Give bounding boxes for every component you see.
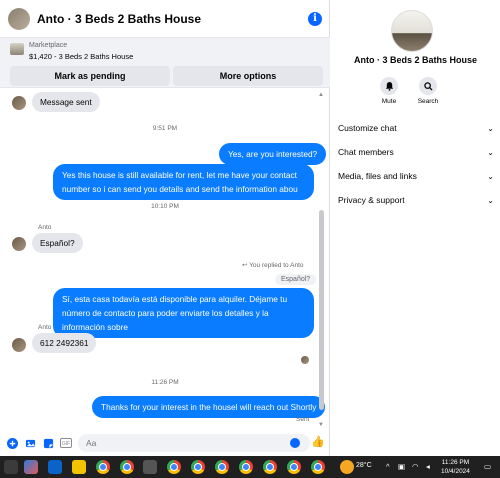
timestamp: 10:10 PM [151,203,179,210]
avatar[interactable] [12,338,26,352]
chrome-icon[interactable] [311,460,325,474]
chrome-icon[interactable] [215,460,229,474]
chrome-icon[interactable] [191,460,205,474]
profile-name: Anto · 3 Beds 2 Baths House [353,55,478,65]
search-icon [419,77,437,95]
chrome-icon[interactable] [167,460,181,474]
timestamp: 11:26 PM [151,379,179,386]
notification-icon[interactable]: ▭ [484,462,491,471]
weather-icon[interactable] [340,460,354,474]
chrome-icon[interactable] [287,460,301,474]
chevron-up-icon[interactable]: ^ [386,462,390,471]
clock[interactable]: 11:26 PM 10/4/2024 [441,458,470,476]
file-explorer-icon[interactable] [72,460,86,474]
conversation-info-panel: Anto · 3 Beds 2 Baths House Mute Search … [331,0,500,456]
chrome-icon[interactable] [263,460,277,474]
scroll-down-arrow[interactable]: ▼ [318,422,324,428]
row-label: Chat members [338,147,394,157]
chat-title[interactable]: Anto · 3 Beds 2 Baths House [37,12,308,26]
info-icon[interactable]: i [308,11,322,26]
listing-title[interactable]: $1,420 - 3 Beds 2 Baths House [29,52,133,61]
chevron-down-icon: ⌄ [487,123,494,133]
reply-indicator: ↩ You replied to Anto [242,261,304,269]
reply-label: You replied to Anto [249,262,304,269]
message-outgoing[interactable]: Yes, are you interested? [219,143,327,165]
chevron-down-icon: ⌄ [487,195,494,205]
marketplace-label: Marketplace [29,42,68,49]
clock-date: 10/4/2024 [441,468,470,475]
chat-header: Anto · 3 Beds 2 Baths House i [0,0,330,38]
messenger-window: Anto · 3 Beds 2 Baths House i Marketplac… [0,0,500,478]
chat-pane: Anto · 3 Beds 2 Baths House i Marketplac… [0,0,330,456]
customize-chat-row[interactable]: Customize chat ⌄ [338,119,494,137]
message-incoming[interactable]: 612 2492361 [32,333,97,353]
message-incoming[interactable]: Español? [32,233,83,253]
mute-label: Mute [381,98,397,105]
search-label: Search [417,98,439,105]
chrome-icon[interactable] [96,460,110,474]
avatar[interactable] [12,96,26,110]
avatar[interactable] [8,7,30,30]
avatar[interactable] [12,237,26,251]
app-icon[interactable] [24,460,38,474]
volume-icon[interactable]: ◂ [426,462,430,471]
emoji-icon[interactable] [290,438,300,448]
bell-icon [380,77,398,95]
scroll-up-arrow[interactable]: ▲ [318,92,324,98]
profile-avatar[interactable] [391,10,433,52]
plus-icon[interactable] [6,437,18,449]
mute-button[interactable]: Mute [369,77,409,105]
message-outgoing[interactable]: Sí, esta casa todavía está disponible pa… [53,288,314,338]
app-icon[interactable] [48,460,62,474]
chrome-icon[interactable] [239,460,253,474]
more-options-button[interactable]: More options [173,66,323,86]
chat-members-row[interactable]: Chat members ⌄ [338,143,494,161]
message-outgoing[interactable]: Thanks for your interest in the housel w… [92,396,326,418]
taskbar: 28°C ^ ▣ ◠ ◂ 11:26 PM 10/4/2024 ▭ [0,456,500,478]
row-label: Media, files and links [338,171,417,181]
message-outgoing[interactable]: Yes this house is still available for re… [53,164,314,200]
svg-text:GIF: GIF [62,441,70,447]
message-status: Sent [296,416,310,423]
scroll-thumb[interactable] [319,210,324,410]
chrome-icon[interactable] [120,460,134,474]
composer: GIF 👍 [0,430,330,456]
row-label: Customize chat [338,123,397,133]
media-files-links-row[interactable]: Media, files and links ⌄ [338,167,494,185]
sticker-icon[interactable] [42,437,54,449]
timestamp: 9:51 PM [152,125,178,132]
photo-icon[interactable] [24,437,36,449]
temperature[interactable]: 28°C [356,462,372,469]
row-label: Privacy & support [338,195,405,205]
start-icon[interactable] [4,460,18,474]
sender-name: Anto [38,324,52,331]
message-incoming[interactable]: Message sent [32,92,100,112]
sender-name: Anto [38,224,52,231]
scrollbar[interactable]: ▲ ▼ [318,92,324,428]
chevron-down-icon: ⌄ [487,171,494,181]
message-input[interactable] [78,434,310,452]
reply-icon: ↩ [242,262,248,269]
active-app-icon[interactable] [143,460,157,474]
seen-avatar [301,356,309,364]
message-thread: Message sent 9:51 PM Yes, are you intere… [0,90,330,430]
gif-icon[interactable]: GIF [60,437,72,449]
thumbs-up-icon[interactable]: 👍 [311,435,325,448]
privacy-support-row[interactable]: Privacy & support ⌄ [338,191,494,209]
app-tray-icon[interactable]: ▣ [398,462,405,471]
chevron-down-icon: ⌄ [487,147,494,157]
reply-quote[interactable]: Español? [275,274,317,285]
search-button[interactable]: Search [408,77,448,105]
clock-time: 11:26 PM [441,459,470,466]
mark-as-pending-button[interactable]: Mark as pending [10,66,170,86]
wifi-icon[interactable]: ◠ [412,462,419,471]
listing-thumbnail[interactable] [10,43,24,55]
